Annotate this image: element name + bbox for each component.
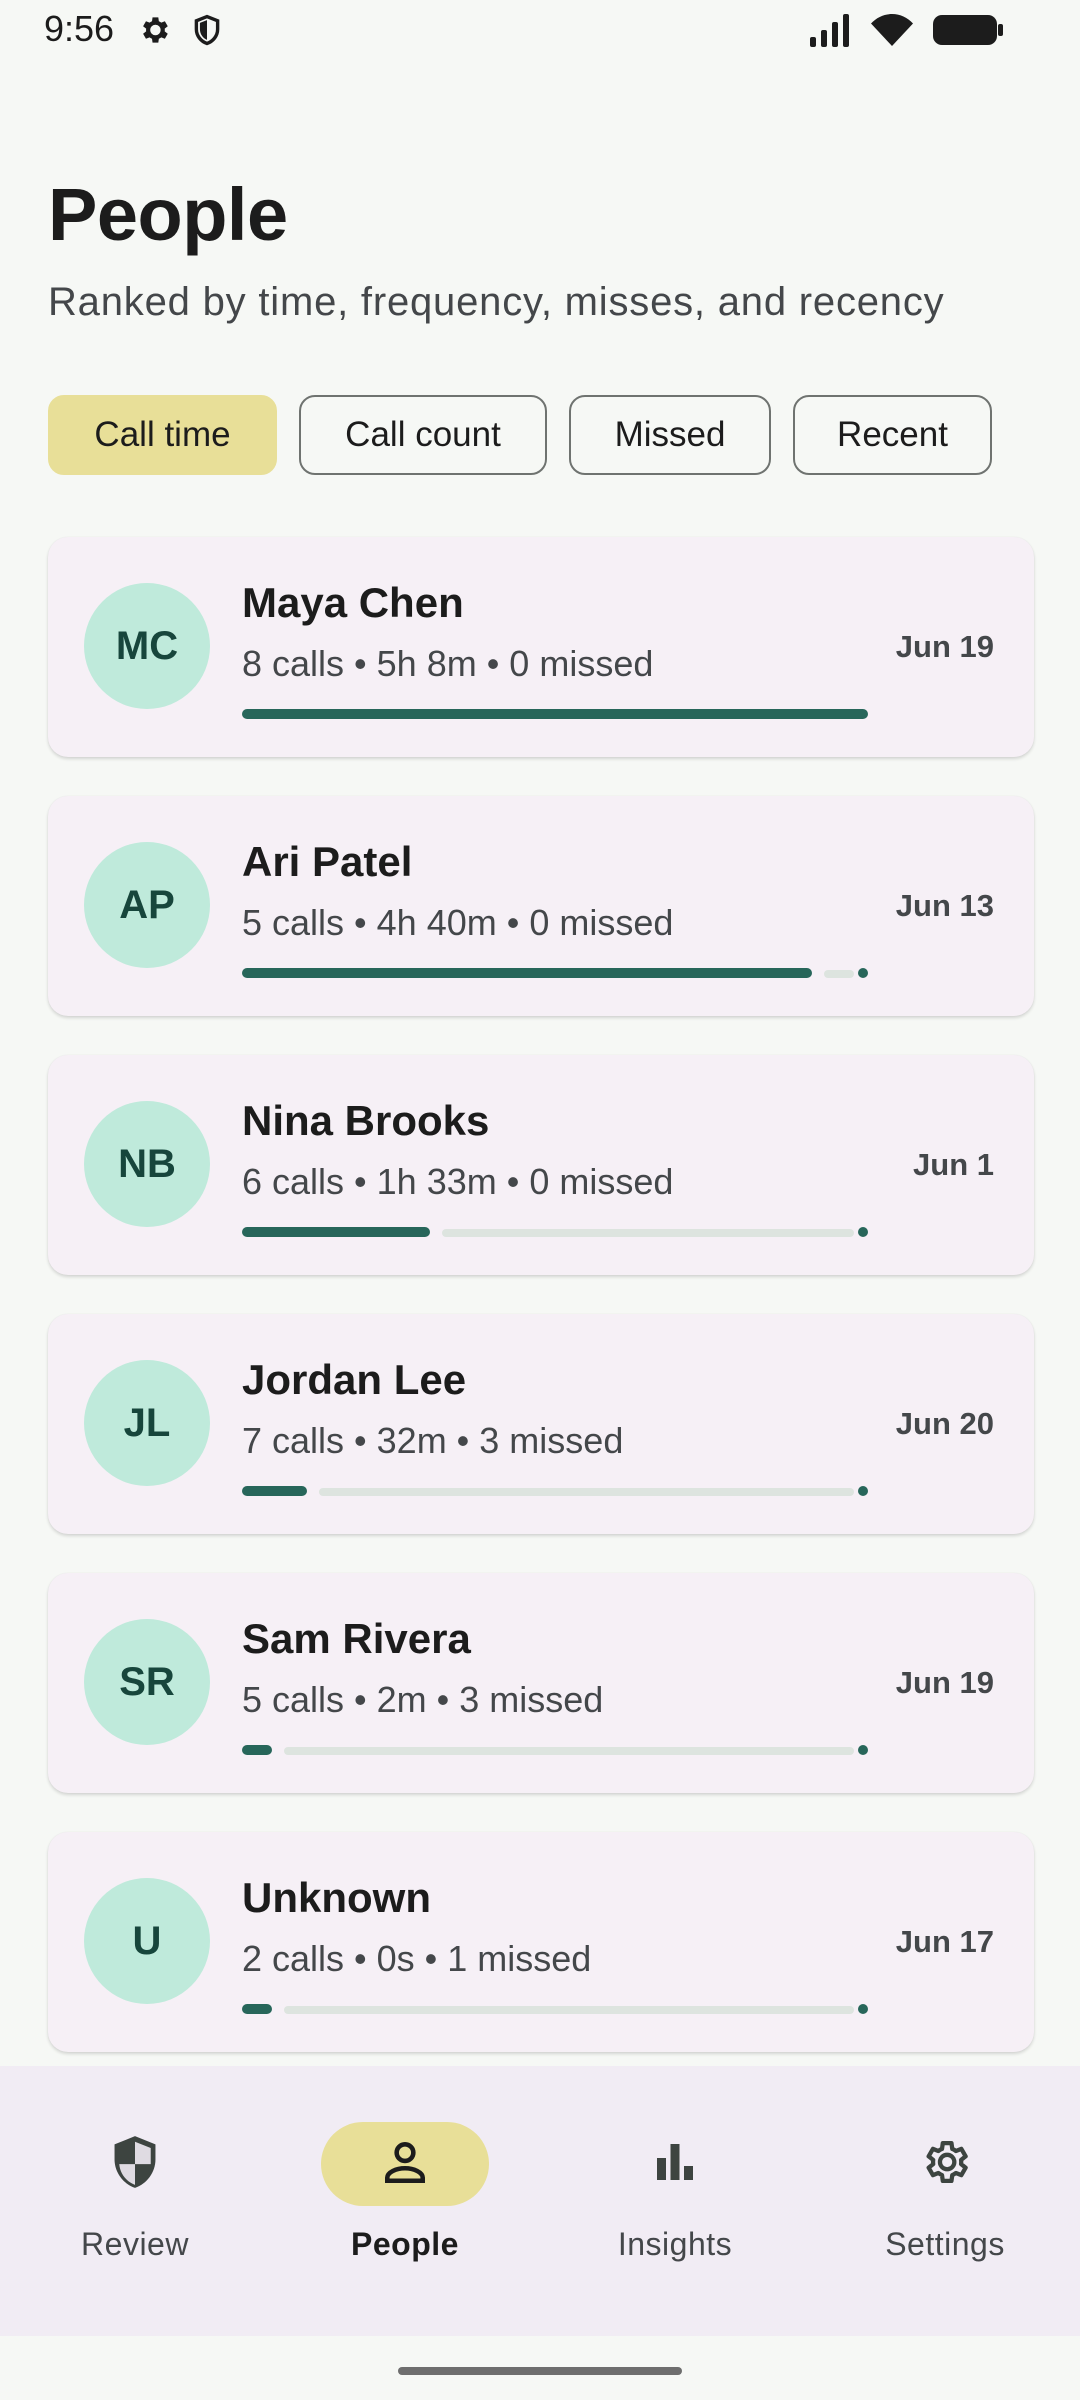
last-call-date: Jun 20 <box>895 1406 994 1441</box>
last-call-date: Jun 1 <box>913 1147 994 1182</box>
avatar: MC <box>84 583 210 709</box>
nav-people[interactable]: People <box>270 2094 540 2294</box>
home-indicator[interactable] <box>398 2367 682 2375</box>
last-call-date: Jun 19 <box>895 1665 994 1700</box>
chip-call-time[interactable]: Call time <box>48 395 277 475</box>
bar-track <box>442 1229 854 1237</box>
nav-review-indicator <box>51 2122 219 2206</box>
nav-insights[interactable]: Insights <box>540 2094 810 2294</box>
nav-label: Review <box>81 2226 189 2262</box>
avatar: NB <box>84 1101 210 1227</box>
person-stats: 5 calls • 4h 40m • 0 missed <box>242 902 674 943</box>
chip-call-count[interactable]: Call count <box>299 395 547 475</box>
nav-review[interactable]: Review <box>0 2094 270 2294</box>
wifi-icon <box>870 13 914 52</box>
signal-icon <box>808 13 852 52</box>
call-time-bar <box>242 2004 868 2014</box>
bar-fill <box>242 709 868 719</box>
status-bar: 9:56 <box>0 0 1080 64</box>
person-stats: 5 calls • 2m • 3 missed <box>242 1679 604 1720</box>
gear-icon <box>136 12 172 53</box>
person-icon <box>380 2137 430 2192</box>
bottom-navigation: Review People Insights Settings <box>0 2066 1080 2336</box>
nav-settings[interactable]: Settings <box>810 2094 1080 2294</box>
person-card[interactable]: AP Ari Patel 5 calls • 4h 40m • 0 missed… <box>48 796 1034 1016</box>
call-time-bar <box>242 1227 868 1237</box>
bar-fill <box>242 1227 430 1237</box>
shield-status-icon <box>190 12 224 53</box>
bar-track <box>824 970 854 978</box>
person-name: Maya Chen <box>242 579 464 626</box>
bar-track <box>284 2006 854 2014</box>
bar-fill <box>242 968 812 978</box>
nav-label: People <box>351 2226 459 2262</box>
page-subtitle: Ranked by time, frequency, misses, and r… <box>48 280 945 324</box>
call-time-bar <box>242 968 868 978</box>
avatar: AP <box>84 842 210 968</box>
shield-icon <box>109 2134 161 2195</box>
nav-insights-indicator <box>591 2122 759 2206</box>
bar-track <box>319 1488 854 1496</box>
avatar: U <box>84 1878 210 2004</box>
nav-label: Insights <box>617 2226 733 2262</box>
person-stats: 7 calls • 32m • 3 missed <box>242 1420 624 1461</box>
person-card[interactable]: NB Nina Brooks 6 calls • 1h 33m • 0 miss… <box>48 1055 1034 1275</box>
avatar: SR <box>84 1619 210 1745</box>
call-time-bar <box>242 1486 868 1496</box>
call-time-bar <box>242 709 868 719</box>
person-stats: 8 calls • 5h 8m • 0 missed <box>242 643 654 684</box>
person-card[interactable]: JL Jordan Lee 7 calls • 32m • 3 missed J… <box>48 1314 1034 1534</box>
chip-missed[interactable]: Missed <box>569 395 771 475</box>
sort-filter-chips: Call time Call count Missed Recent <box>48 395 992 475</box>
bar-chart-icon <box>651 2138 699 2191</box>
person-card[interactable]: U Unknown 2 calls • 0s • 1 missed Jun 17 <box>48 1832 1034 2052</box>
last-call-date: Jun 19 <box>895 629 994 664</box>
person-name: Jordan Lee <box>242 1356 467 1403</box>
bar-fill <box>242 1486 307 1496</box>
person-stats: 2 calls • 0s • 1 missed <box>242 1938 592 1979</box>
person-card[interactable]: SR Sam Rivera 5 calls • 2m • 3 missed Ju… <box>48 1573 1034 1793</box>
person-name: Sam Rivera <box>242 1615 471 1662</box>
bar-end-dot <box>858 1745 868 1755</box>
avatar: JL <box>84 1360 210 1486</box>
bar-fill <box>242 2004 272 2014</box>
person-card[interactable]: MC Maya Chen 8 calls • 5h 8m • 0 missed … <box>48 537 1034 757</box>
nav-settings-indicator <box>861 2122 1029 2206</box>
status-time: 9:56 <box>44 8 115 49</box>
battery-icon <box>932 12 1004 53</box>
person-name: Unknown <box>242 1874 431 1921</box>
person-stats: 6 calls • 1h 33m • 0 missed <box>242 1161 674 1202</box>
call-time-bar <box>242 1745 868 1755</box>
bar-end-dot <box>858 1486 868 1496</box>
bar-end-dot <box>858 968 868 978</box>
bar-end-dot <box>858 1227 868 1237</box>
gear-icon <box>918 2135 972 2194</box>
person-name: Ari Patel <box>242 838 413 885</box>
bar-fill <box>242 1745 272 1755</box>
nav-label: Settings <box>885 2226 1005 2262</box>
chip-recent[interactable]: Recent <box>793 395 992 475</box>
last-call-date: Jun 13 <box>895 888 994 923</box>
nav-people-indicator <box>321 2122 489 2206</box>
last-call-date: Jun 17 <box>895 1924 994 1959</box>
bar-end-dot <box>858 2004 868 2014</box>
page-title: People <box>48 173 288 256</box>
person-name: Nina Brooks <box>242 1097 490 1144</box>
bar-track <box>284 1747 854 1755</box>
